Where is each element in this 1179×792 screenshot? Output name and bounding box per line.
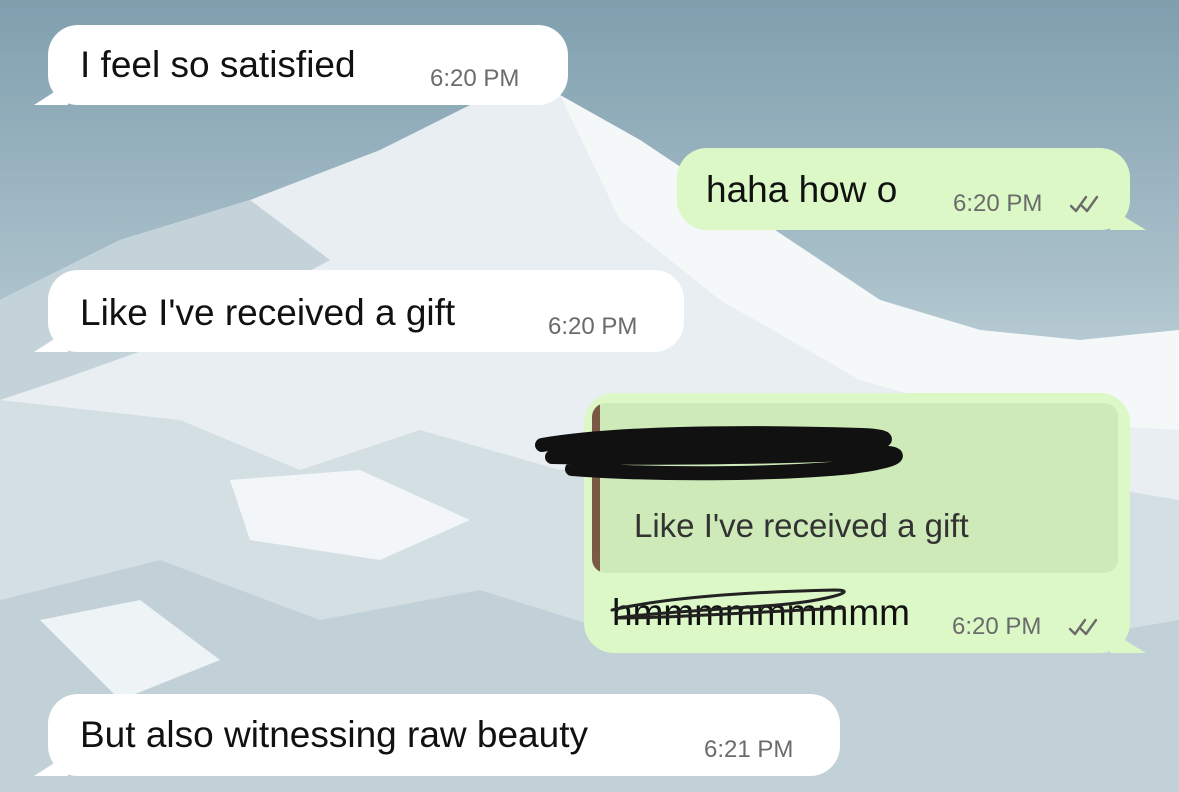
message-timestamp: 6:20 PM <box>430 65 520 92</box>
message-timestamp: 6:21 PM <box>704 736 794 763</box>
message-bubble-incoming[interactable]: I feel so satisfied 6:20 PM <box>48 25 568 105</box>
quoted-message-text: Like I've received a gift <box>634 507 969 544</box>
message-timestamp: 6:20 PM <box>952 613 1042 640</box>
message-text: But also witnessing raw beauty <box>80 714 588 755</box>
double-check-icon <box>1069 195 1099 213</box>
redaction-scribble <box>535 426 903 481</box>
double-check-icon <box>1068 618 1098 636</box>
message-timestamp: 6:20 PM <box>548 313 638 340</box>
message-text: haha how o <box>706 169 898 210</box>
message-bubble-incoming[interactable]: But also witnessing raw beauty 6:21 PM <box>48 694 840 776</box>
message-bubble-outgoing-reply[interactable]: Like I've received a gift hmmmmmmmmm 6:2… <box>535 393 1130 653</box>
message-text: Like I've received a gift <box>80 292 456 333</box>
message-bubble-outgoing[interactable]: haha how o 6:20 PM <box>677 148 1130 230</box>
message-text: I feel so satisfied <box>80 44 356 85</box>
message-timestamp: 6:20 PM <box>953 190 1043 217</box>
message-bubble-incoming[interactable]: Like I've received a gift 6:20 PM <box>48 270 684 352</box>
text-scribble <box>610 588 846 620</box>
